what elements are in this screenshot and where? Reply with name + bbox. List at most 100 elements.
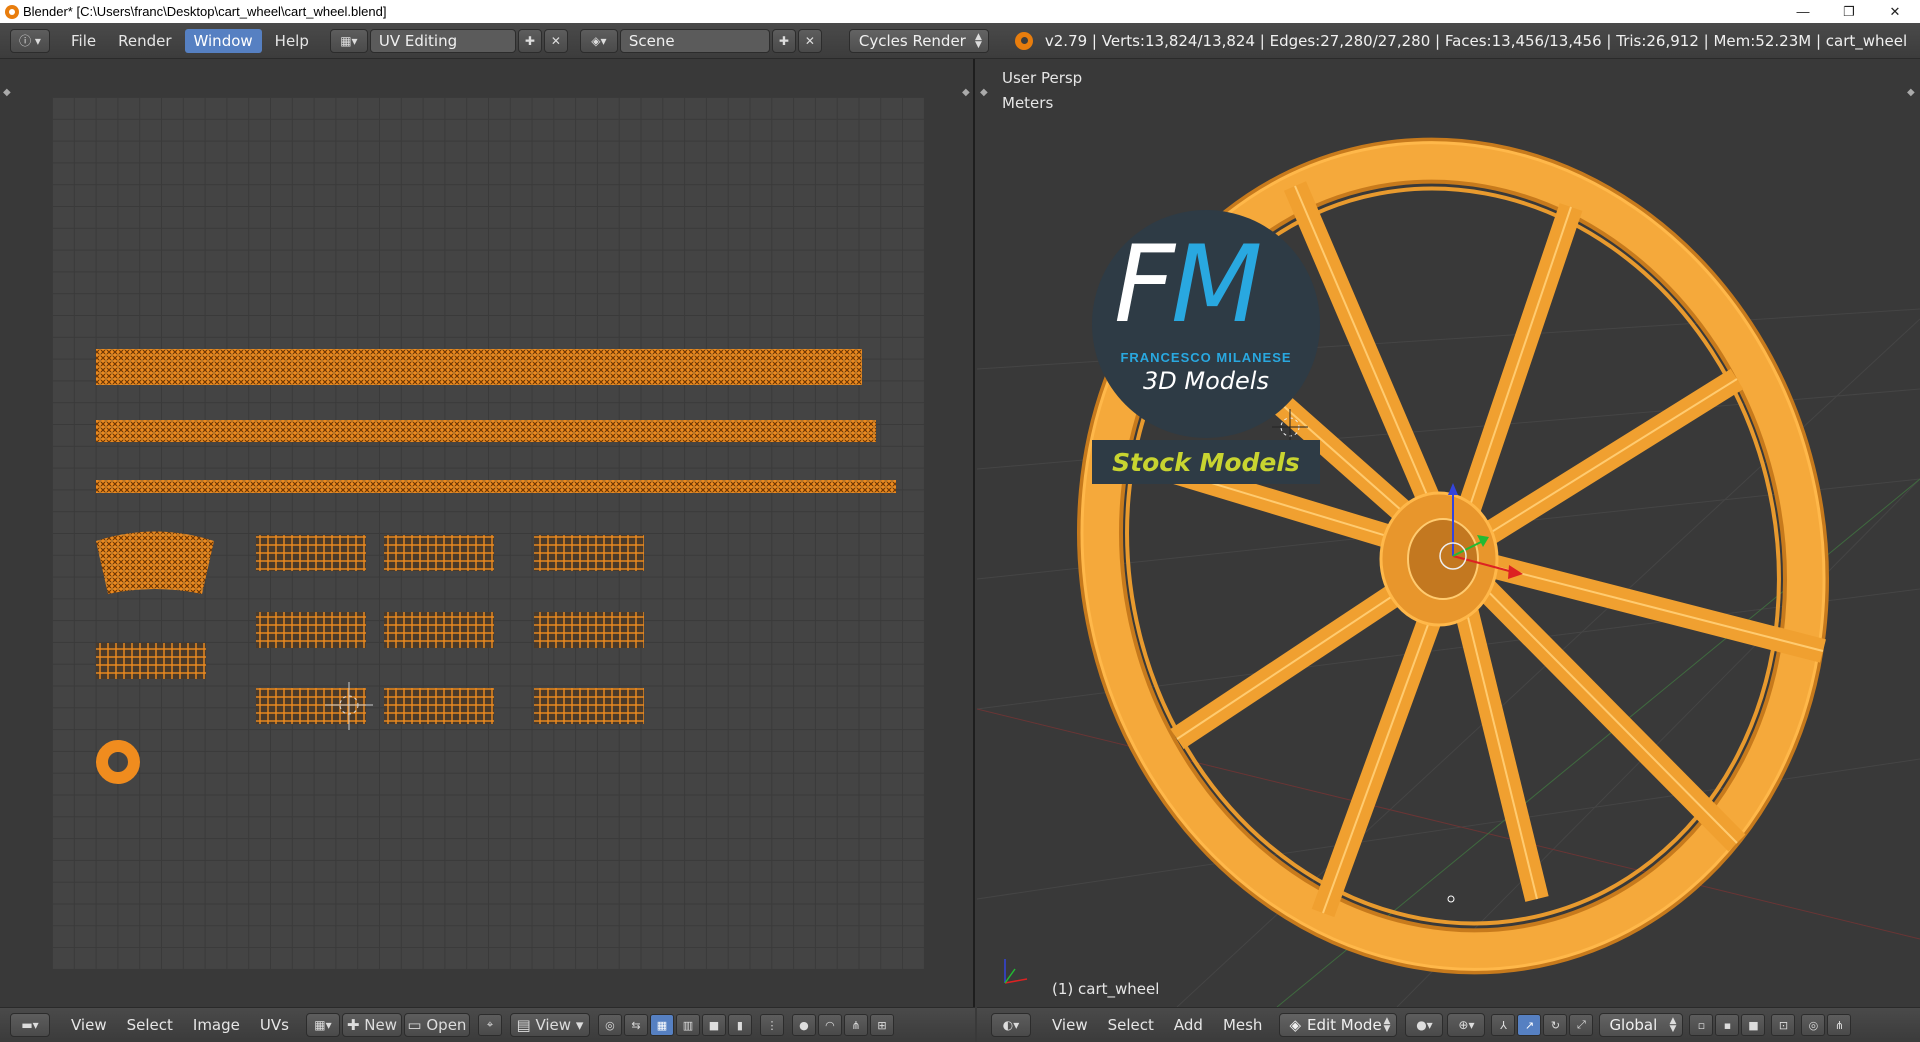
uv-editor-header: ▬▾ View Select Image UVs ▦▾ ✚ New ▭ Open…: [0, 1007, 975, 1042]
window-title-bar: Blender* [C:\Users\franc\Desktop\cart_wh…: [0, 0, 1920, 23]
edit-mode-icon: ◈: [1289, 1016, 1301, 1034]
limit-selection-icon[interactable]: ⊡: [1771, 1014, 1796, 1036]
screen-layout-field[interactable]: UV Editing: [369, 28, 516, 53]
snap-icon[interactable]: ⋔: [1827, 1014, 1852, 1036]
manipulator-toggle-icon[interactable]: ⅄: [1491, 1014, 1516, 1036]
uv-menu-image[interactable]: Image: [184, 1013, 249, 1037]
edge-select-icon[interactable]: ▥: [675, 1014, 700, 1036]
menu-file[interactable]: File: [62, 29, 105, 53]
3d-viewport[interactable]: ◆ ◆ User Persp Meters FM FRANCESCO MILAN…: [977, 59, 1920, 1007]
pivot-point-icon[interactable]: ⊕▾: [1447, 1013, 1486, 1037]
vertex-select-icon[interactable]: ▦: [649, 1014, 674, 1036]
rotate-manipulator-icon[interactable]: ↻: [1543, 1014, 1568, 1036]
translate-manipulator-icon[interactable]: ↗: [1517, 1014, 1542, 1036]
viewport-header: ◐▾ View Select Add Mesh ◈ Edit Mode ▲ ▼ ●…: [977, 1007, 1920, 1042]
menu-help[interactable]: Help: [266, 29, 318, 53]
falloff-icon[interactable]: ◠: [817, 1014, 842, 1036]
close-button[interactable]: ✕: [1872, 0, 1918, 23]
proportional-edit-icon[interactable]: ●: [791, 1014, 816, 1036]
view3d-menu-add[interactable]: Add: [1165, 1013, 1212, 1037]
uv-image-editor[interactable]: ◆ ◆: [0, 59, 975, 1007]
editor-type-3dview-button[interactable]: ◐▾: [991, 1013, 1031, 1037]
uv-island-spoke: [534, 612, 644, 648]
menu-window[interactable]: Window: [184, 28, 262, 53]
view3d-menu-mesh[interactable]: Mesh: [1214, 1013, 1272, 1037]
snap-target-icon[interactable]: ⊞: [869, 1014, 894, 1036]
render-engine-label: Cycles Render: [858, 31, 966, 50]
uv-island-spoke: [384, 688, 494, 724]
properties-toggle-icon[interactable]: ◆: [962, 87, 970, 98]
proportional-edit-icon[interactable]: ◎: [1801, 1014, 1826, 1036]
view3d-menu-select[interactable]: Select: [1099, 1013, 1163, 1037]
sticky-mode-icon[interactable]: ⋮: [759, 1014, 784, 1036]
active-object-label: (1) cart_wheel: [1052, 980, 1160, 998]
render-engine-dropdown[interactable]: Cycles Render ▲ ▼: [848, 28, 989, 53]
delete-scene-icon[interactable]: ✕: [797, 28, 822, 53]
view-mode-label: View: [535, 1016, 572, 1034]
watermark-author: FRANCESCO MILANESE: [1120, 350, 1292, 365]
orientation-dropdown[interactable]: Global ▲ ▼: [1599, 1013, 1684, 1037]
vertex-select-mode-icon[interactable]: ▫: [1689, 1014, 1714, 1036]
menu-render[interactable]: Render: [109, 29, 180, 53]
blender-logo-icon: [1014, 31, 1033, 50]
new-image-label: New: [364, 1016, 397, 1034]
uv-strip-rim-edge: [96, 480, 896, 493]
island-select-icon[interactable]: ▮: [727, 1014, 752, 1036]
pin-icon[interactable]: ⌖: [477, 1014, 502, 1036]
viewport-scene: [977, 137, 1920, 1007]
sync-selection-icon[interactable]: ⇆: [623, 1014, 648, 1036]
uv-menu-select[interactable]: Select: [118, 1013, 182, 1037]
uv-strip-rim-inner: [96, 420, 876, 442]
scene-icon[interactable]: ◈▾: [579, 28, 618, 53]
add-screen-icon[interactable]: ✚: [517, 28, 542, 53]
window-title: Blender* [C:\Users\franc\Desktop\cart_wh…: [23, 4, 387, 19]
watermark-banner: Stock Models: [1092, 440, 1320, 484]
face-select-icon[interactable]: ■: [701, 1014, 726, 1036]
uv-islands: [96, 349, 896, 784]
uv-island-spoke: [534, 688, 644, 724]
view3d-menu-view[interactable]: View: [1043, 1013, 1097, 1037]
add-scene-icon[interactable]: ✚: [771, 28, 796, 53]
snap-icon[interactable]: ⋔: [843, 1014, 868, 1036]
uv-menu-uvs[interactable]: UVs: [251, 1013, 298, 1037]
uv-island-spoke: [384, 612, 494, 648]
chevron-updown-icon: ▲ ▼: [1383, 1016, 1391, 1034]
uv-island-hub-ring: [96, 740, 140, 784]
watermark-subtitle: 3D Models: [1143, 367, 1269, 395]
editor-type-image-button[interactable]: ▬▾: [10, 1013, 50, 1037]
image-browse-icon[interactable]: ▦▾: [305, 1013, 340, 1037]
scene-field[interactable]: Scene: [619, 28, 770, 53]
pivot-icon[interactable]: ◎: [597, 1014, 622, 1036]
mode-label: Edit Mode: [1306, 1016, 1382, 1034]
scene-statistics: v2.79 | Verts:13,824/13,824 | Edges:27,2…: [1044, 31, 1908, 50]
restore-button[interactable]: ❐: [1826, 0, 1872, 23]
shading-mode-icon[interactable]: ●▾: [1405, 1013, 1444, 1037]
uv-island-block: [96, 643, 206, 679]
minimize-button[interactable]: —: [1780, 0, 1826, 23]
uv-menu-view[interactable]: View: [62, 1013, 116, 1037]
main-menu: File Render Window Help: [62, 28, 318, 53]
edge-select-mode-icon[interactable]: ▪: [1715, 1014, 1740, 1036]
uv-island-spoke: [534, 535, 644, 571]
editor-type-info-button[interactable]: ⓘ ▾: [10, 28, 50, 53]
view-mode-dropdown[interactable]: ▤ View ▾: [509, 1013, 590, 1037]
watermark-logo: FM FRANCESCO MILANESE 3D Models: [1092, 210, 1320, 438]
face-select-mode-icon[interactable]: ■: [1741, 1014, 1766, 1036]
uv-grid[interactable]: [52, 97, 924, 969]
screen-layout-icon[interactable]: ▦▾: [329, 28, 368, 53]
uv-strip-rim-outer: [96, 349, 862, 385]
monogram-f: F: [1114, 223, 1175, 346]
scale-manipulator-icon[interactable]: ⤢: [1569, 1014, 1594, 1036]
toolshelf-toggle-icon[interactable]: ◆: [3, 87, 11, 98]
open-image-label: Open: [426, 1016, 467, 1034]
open-image-button[interactable]: ▭ Open: [403, 1013, 470, 1037]
new-image-button[interactable]: ✚ New: [341, 1013, 402, 1037]
blender-logo-icon: [5, 4, 19, 19]
chevron-updown-icon: ▲ ▼: [1669, 1016, 1677, 1034]
uv-island-arc: [96, 531, 214, 594]
info-header: ⓘ ▾ File Render Window Help ▦▾ UV Editin…: [0, 23, 1920, 59]
delete-screen-icon[interactable]: ✕: [543, 28, 568, 53]
uv-island-spoke: [256, 612, 366, 648]
mode-dropdown[interactable]: ◈ Edit Mode ▲ ▼: [1279, 1013, 1398, 1037]
axis-gizmo-icon: [1004, 959, 1028, 984]
